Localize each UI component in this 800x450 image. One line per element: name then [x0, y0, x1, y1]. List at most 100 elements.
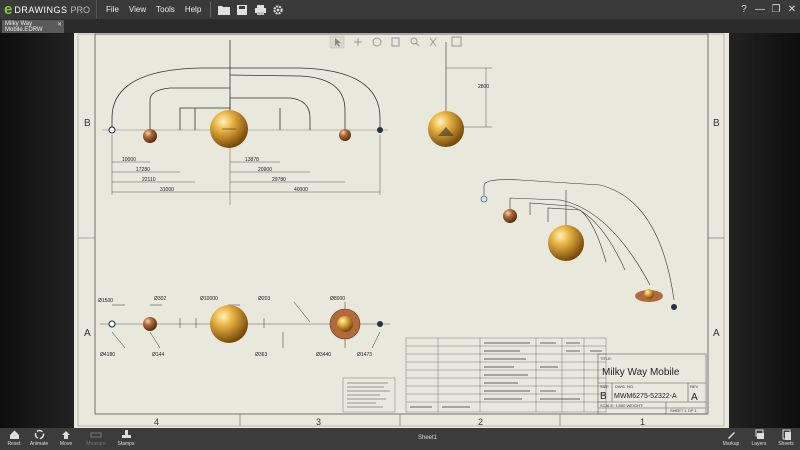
drawing-title: Milky Way Mobile: [602, 367, 680, 378]
animate-label: Animate: [29, 441, 49, 447]
top-view-planet-small: [143, 317, 157, 331]
rotate-icon[interactable]: [372, 37, 382, 47]
markup-button[interactable]: Markup: [717, 429, 745, 449]
dimension-lines-top: [111, 135, 381, 195]
menu-separator: [210, 2, 212, 17]
bottom-toolbar: Reset Animate Move Measure Stamps Sheet1…: [0, 428, 800, 450]
dim-20900: 20900: [258, 167, 272, 173]
dim-40000: 40000: [294, 187, 308, 193]
app-logo: e DRAWINGS PRO: [0, 0, 98, 19]
zoom-to-fit-icon[interactable]: [391, 37, 400, 47]
menu-help[interactable]: Help: [180, 5, 206, 14]
logo-e-icon: e: [4, 1, 13, 18]
dwg-no-label: DWG. NO.: [615, 384, 634, 389]
notes-block: [342, 377, 396, 413]
document-tab-label: Milky Way Mobile.EDRW: [5, 20, 43, 33]
rev-label: REV: [690, 384, 699, 389]
planet-outer-left: [108, 126, 116, 134]
move-button[interactable]: Move: [52, 429, 80, 449]
measure-icon: [90, 432, 102, 438]
pan-icon[interactable]: [354, 38, 362, 46]
title-label: TITLE:: [600, 356, 612, 361]
stamps-label: Stamps: [117, 441, 135, 447]
open-folder-icon[interactable]: [218, 4, 231, 16]
dim-29780: 29780: [272, 177, 286, 183]
dim-dia-1500: Ø1500: [98, 298, 113, 304]
zone-letter-b-left: B: [84, 118, 91, 129]
dim-10000: 10000: [122, 157, 136, 163]
dim-22110: 22110: [142, 177, 156, 183]
rev-value: A: [691, 392, 698, 403]
close-button[interactable]: ✕: [784, 4, 800, 15]
layers-icon: [755, 429, 764, 439]
view-toolbar: [329, 35, 462, 49]
zone-number-3: 3: [316, 417, 321, 427]
dim-dia-144: Ø144: [152, 352, 164, 358]
sheet-inner-border: [94, 33, 709, 415]
help-button[interactable]: ?: [736, 4, 752, 15]
logo-text: DRAWINGS: [14, 4, 68, 15]
restore-button[interactable]: ❐: [768, 4, 784, 15]
zone-letter-a-right: A: [713, 328, 720, 339]
planet-small-left: [143, 129, 157, 143]
minimize-button[interactable]: —: [752, 4, 768, 15]
tab-close-icon[interactable]: ✕: [57, 21, 62, 28]
planet-outer-right: [377, 127, 383, 133]
dim-dia-1473: Ø1473: [357, 352, 372, 358]
zone-letter-b-right: B: [713, 118, 720, 129]
zone-number-2: 2: [478, 417, 483, 427]
iso-planet-outer: [480, 195, 488, 203]
iso-sun-sphere: [548, 225, 584, 261]
size-value: B: [600, 391, 607, 402]
layers-button[interactable]: Layers: [745, 429, 773, 449]
layers-label: Layers: [751, 441, 767, 447]
home-icon: [9, 430, 19, 439]
pencil-icon: [727, 432, 735, 439]
measure-button: Measure: [82, 429, 110, 449]
zone-number-4: 4: [154, 417, 159, 427]
view-orientation-icon[interactable]: [451, 36, 462, 47]
top-view-planet-outer: [108, 320, 116, 328]
top-view-sun-sphere: [210, 305, 248, 343]
menu-tools[interactable]: Tools: [151, 5, 180, 14]
menu-view[interactable]: View: [124, 5, 151, 14]
stamp-icon: [121, 430, 131, 438]
zone-number-1: 1: [640, 417, 645, 427]
stamps-button[interactable]: Stamps: [112, 429, 140, 449]
scale-weight: SCALE: 1:500 WEIGHT:: [600, 403, 643, 408]
dim-dia-3440: Ø3440: [316, 352, 331, 358]
dim-17280: 17280: [136, 167, 150, 173]
dim-dia-203: Ø203: [258, 296, 270, 302]
save-icon[interactable]: [236, 4, 248, 16]
document-tab[interactable]: Milky Way Mobile.EDRW ✕: [2, 20, 64, 33]
sheets-label: Sheets: [778, 441, 794, 447]
menu-file[interactable]: File: [101, 5, 124, 14]
dim-dia-363: Ø363: [255, 352, 267, 358]
sheets-button[interactable]: Sheets: [772, 429, 800, 449]
left-background: [0, 33, 74, 428]
title-block: TITLE: Milky Way Mobile SIZE B DWG. NO. …: [597, 353, 707, 415]
dwg-no-value: MWM6275-52322-A: [614, 393, 677, 400]
dim-31000: 31000: [160, 187, 174, 193]
reset-label: Reset: [7, 441, 21, 447]
dim-dia-4180: Ø4180: [100, 352, 115, 358]
drawing-viewport[interactable]: B B A A 4 3 2 1 10000 17280 22110 31000 …: [74, 33, 729, 428]
top-view-planet-outer-right: [377, 321, 383, 327]
iso-planet-outer-right: [671, 304, 677, 310]
animate-button[interactable]: Animate: [25, 429, 53, 449]
iso-planet-small: [503, 209, 517, 223]
window-controls: ? — ❐ ✕: [736, 0, 800, 19]
planet-small-right: [339, 129, 351, 141]
sheet-count: SHEET 1 OF 1: [670, 408, 697, 413]
zone-letter-a-left: A: [84, 328, 91, 339]
logo-pro: PRO: [70, 4, 91, 15]
dim-vertical-2800: 2800: [478, 84, 489, 90]
dim-dia-302: Ø302: [154, 296, 166, 302]
tab-bar: Milky Way Mobile.EDRW ✕: [0, 19, 800, 33]
sheet-tab[interactable]: Sheet1: [418, 435, 437, 441]
gear-icon[interactable]: [272, 4, 284, 16]
size-label: SIZE: [600, 384, 609, 389]
zoom-area-icon[interactable]: [429, 37, 437, 47]
print-icon[interactable]: [254, 4, 266, 16]
reset-button[interactable]: Reset: [0, 429, 28, 449]
